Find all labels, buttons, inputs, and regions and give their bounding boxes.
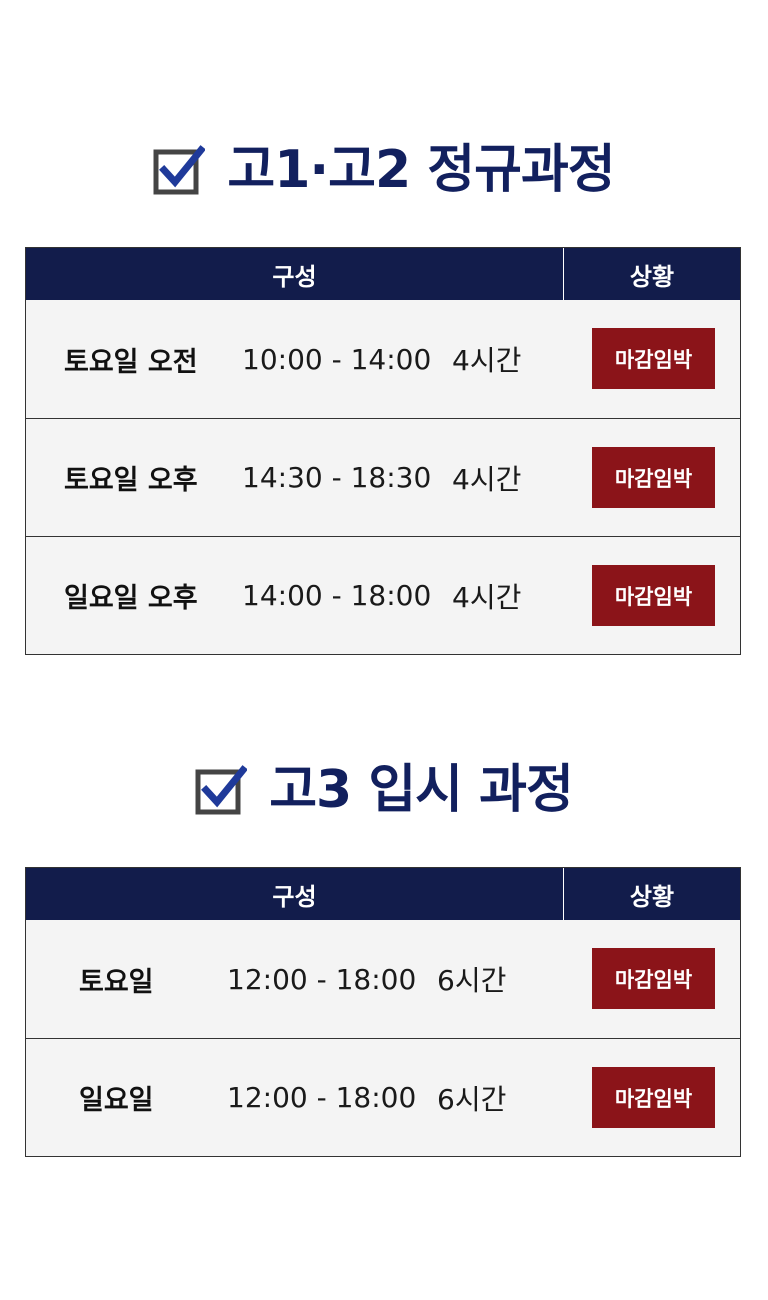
header-status: 상황 xyxy=(629,262,675,291)
day-label: 일요일 오후 xyxy=(64,583,198,614)
day-label: 토요일 오후 xyxy=(64,465,198,496)
section-title-row: 고3 입시 과정 xyxy=(0,758,768,822)
table-body: 토요일 오전 10:00 - 14:00 4시간 마감임박 토요일 오후 14:… xyxy=(26,300,740,654)
time-range: 10:00 - 14:00 xyxy=(242,342,432,376)
table-row: 토요일 12:00 - 18:00 6시간 마감임박 xyxy=(26,920,740,1038)
table-row: 토요일 오후 14:30 - 18:30 4시간 마감임박 xyxy=(26,418,740,536)
table-row: 일요일 12:00 - 18:00 6시간 마감임박 xyxy=(26,1038,740,1156)
header-config: 구성 xyxy=(26,248,564,300)
duration: 4시간 xyxy=(452,462,522,496)
time-range: 12:00 - 18:00 xyxy=(227,962,417,996)
schedule-table: 구성 상황 토요일 12:00 - 18:00 6시간 마감임박 일요일 12:… xyxy=(25,867,741,1157)
day-label: 토요일 xyxy=(79,966,154,998)
section-title-row: 고1·고2 정규과정 xyxy=(0,138,768,202)
table-body: 토요일 12:00 - 18:00 6시간 마감임박 일요일 12:00 - 1… xyxy=(26,920,740,1156)
header-config: 구성 xyxy=(26,868,564,920)
table-header: 구성 상황 xyxy=(26,868,740,920)
header-status: 상황 xyxy=(629,882,675,911)
day-label: 토요일 오전 xyxy=(64,346,198,378)
duration: 6시간 xyxy=(437,1082,507,1116)
table-row: 일요일 오후 14:00 - 18:00 4시간 마감임박 xyxy=(26,536,740,654)
checkbox-checked-icon xyxy=(153,145,206,195)
status-button[interactable]: 마감임박 xyxy=(592,328,715,389)
section-title: 고1·고2 정규과정 xyxy=(227,140,615,200)
day-label: 일요일 xyxy=(79,1085,154,1116)
time-range: 14:30 - 18:30 xyxy=(242,461,432,494)
status-button[interactable]: 마감임박 xyxy=(592,447,715,508)
table-row: 토요일 오전 10:00 - 14:00 4시간 마감임박 xyxy=(26,300,740,418)
schedule-table: 구성 상황 토요일 오전 10:00 - 14:00 4시간 마감임박 토요일 … xyxy=(25,247,741,655)
section-title: 고3 입시 과정 xyxy=(269,760,574,820)
status-button[interactable]: 마감임박 xyxy=(592,565,715,626)
status-button[interactable]: 마감임박 xyxy=(592,948,715,1009)
time-range: 14:00 - 18:00 xyxy=(242,579,432,612)
checkbox-checked-icon xyxy=(195,765,248,815)
table-header: 구성 상황 xyxy=(26,248,740,300)
time-range: 12:00 - 18:00 xyxy=(227,1081,417,1114)
duration: 4시간 xyxy=(452,580,522,614)
status-button[interactable]: 마감임박 xyxy=(592,1067,715,1128)
duration: 6시간 xyxy=(437,964,507,997)
duration: 4시간 xyxy=(452,344,522,377)
